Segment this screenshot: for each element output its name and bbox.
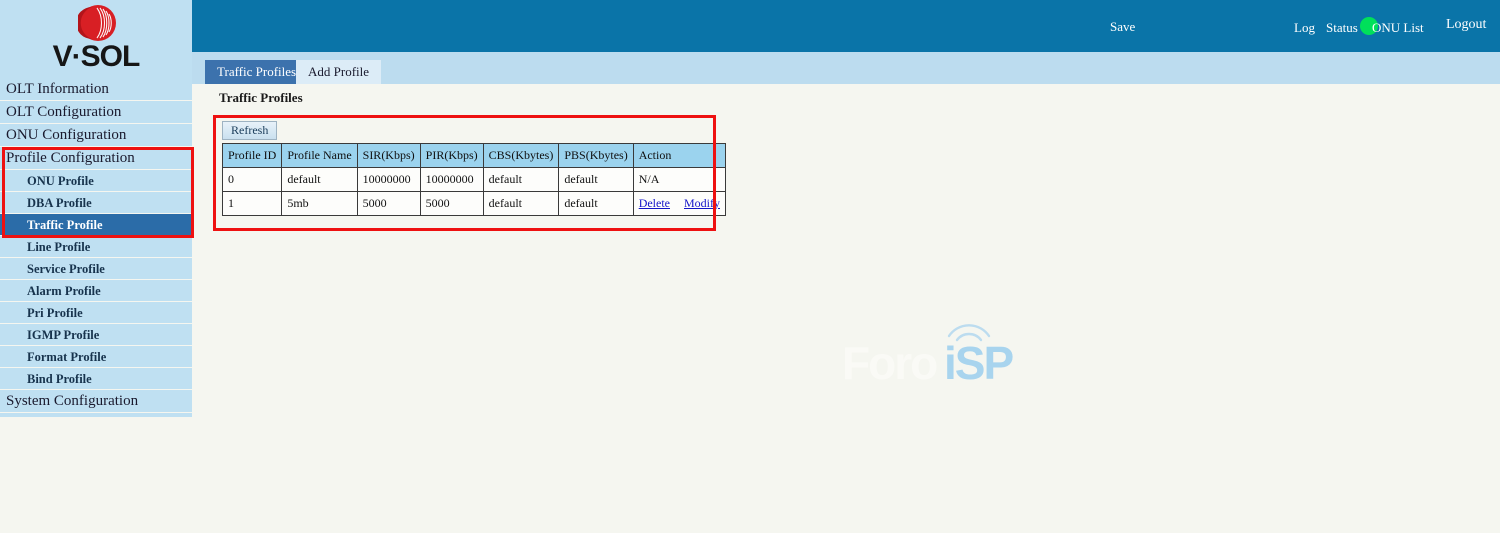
column-header-cbs: CBS(Kbytes)	[482, 143, 560, 168]
save-button[interactable]: Save	[1110, 19, 1135, 35]
application-window: V·SOL OLT Information OLT Configuration …	[0, 0, 1500, 533]
table-row: 1 5mb 5000 5000 default default Delete Mo…	[221, 191, 727, 216]
cell-profile-id: 0	[221, 167, 283, 192]
sidebar-item-service-profile[interactable]: Service Profile	[0, 258, 192, 280]
delete-link[interactable]: Delete	[639, 196, 670, 210]
watermark-text-right: iSP	[944, 337, 1014, 389]
tab-add-profile[interactable]: Add Profile	[296, 60, 382, 84]
cell-action: Delete Modify	[632, 191, 727, 216]
cell-cbs: default	[482, 191, 560, 216]
sidebar-item-onu-profile[interactable]: ONU Profile	[0, 170, 192, 192]
cell-sir: 10000000	[356, 167, 421, 192]
refresh-button[interactable]: Refresh	[222, 121, 278, 140]
sidebar-item-alarm-profile[interactable]: Alarm Profile	[0, 280, 192, 302]
tab-traffic-profiles[interactable]: Traffic Profiles	[205, 60, 309, 84]
watermark-text-left: Foro	[842, 337, 938, 389]
cell-pbs: default	[558, 191, 634, 216]
sidebar-item-olt-information[interactable]: OLT Information	[0, 78, 192, 101]
sidebar-item-igmp-profile[interactable]: IGMP Profile	[0, 324, 192, 346]
column-header-pir: PIR(Kbps)	[419, 143, 484, 168]
column-header-sir: SIR(Kbps)	[356, 143, 421, 168]
cell-action: N/A	[632, 167, 727, 192]
sidebar-item-profile-configuration[interactable]: Profile Configuration	[0, 147, 192, 170]
vsol-circle-logo-icon	[78, 5, 116, 41]
brand-logo-area: V·SOL	[0, 0, 192, 78]
page-title: Traffic Profiles	[219, 90, 303, 105]
sidebar-item-pri-profile[interactable]: Pri Profile	[0, 302, 192, 324]
sidebar-item-dba-profile[interactable]: DBA Profile	[0, 192, 192, 214]
cell-pbs: default	[558, 167, 634, 192]
traffic-profiles-panel: Refresh Profile ID Profile Name SIR(Kbps…	[216, 118, 727, 228]
status-link[interactable]: Status	[1326, 20, 1358, 36]
table-row: 0 default 10000000 10000000 default defa…	[221, 167, 727, 192]
cell-profile-name: 5mb	[281, 191, 358, 216]
onu-list-link[interactable]: ONU List	[1372, 20, 1424, 36]
cell-sir: 5000	[356, 191, 421, 216]
column-header-action: Action	[632, 143, 727, 168]
tab-strip: Traffic Profiles Add Profile	[192, 52, 1500, 84]
sidebar-item-line-profile[interactable]: Line Profile	[0, 236, 192, 258]
column-header-profile-id: Profile ID	[221, 143, 283, 168]
table-header-row: Profile ID Profile Name SIR(Kbps) PIR(Kb…	[221, 143, 727, 168]
sidebar-item-olt-configuration[interactable]: OLT Configuration	[0, 101, 192, 124]
sidebar-item-system-configuration[interactable]: System Configuration	[0, 390, 192, 413]
sidebar-item-traffic-profile[interactable]: Traffic Profile	[0, 214, 192, 236]
cell-profile-name: default	[281, 167, 358, 192]
top-header-bar: Save Log Status ONU List Logout	[192, 0, 1500, 52]
content-area: Foro iSP Traffic Profiles Refresh Profil…	[192, 84, 1500, 533]
cell-pir: 5000	[419, 191, 484, 216]
cell-pir: 10000000	[419, 167, 484, 192]
antenna-tower-icon	[947, 324, 991, 342]
cell-profile-id: 1	[221, 191, 283, 216]
log-link[interactable]: Log	[1294, 20, 1315, 36]
logout-button[interactable]: Logout	[1446, 17, 1486, 33]
foroisp-watermark: Foro iSP	[842, 312, 1052, 392]
traffic-profiles-table: Profile ID Profile Name SIR(Kbps) PIR(Kb…	[221, 143, 727, 216]
cell-cbs: default	[482, 167, 560, 192]
sidebar-item-bind-profile[interactable]: Bind Profile	[0, 368, 192, 390]
column-header-profile-name: Profile Name	[281, 143, 358, 168]
sidebar-item-format-profile[interactable]: Format Profile	[0, 346, 192, 368]
column-header-pbs: PBS(Kbytes)	[558, 143, 634, 168]
sidebar: V·SOL OLT Information OLT Configuration …	[0, 0, 192, 417]
brand-wordmark: V·SOL	[52, 40, 141, 73]
modify-link[interactable]: Modify	[684, 196, 720, 210]
sidebar-item-onu-configuration[interactable]: ONU Configuration	[0, 124, 192, 147]
